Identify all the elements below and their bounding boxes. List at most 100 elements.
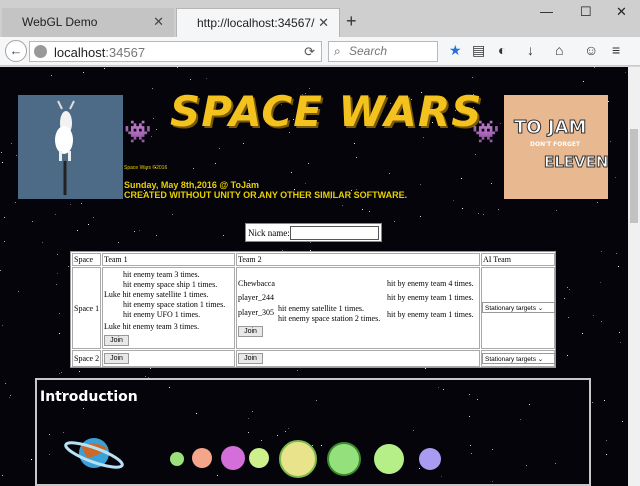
star bbox=[81, 203, 82, 204]
join-team-1-button[interactable]: Join bbox=[104, 353, 129, 364]
planet-icon bbox=[221, 446, 245, 470]
web-page: 👾 SPACE WARS Space Wars ©2016 Sunday, Ma… bbox=[0, 67, 628, 486]
nickname-label: Nick name: bbox=[248, 228, 290, 238]
ringed-planet-icon bbox=[64, 438, 124, 469]
close-tab-icon[interactable]: ✕ bbox=[153, 14, 164, 30]
nickname-form: Nick name: bbox=[245, 223, 382, 242]
star bbox=[59, 373, 60, 374]
star bbox=[215, 163, 216, 164]
team-2-cell: Chewbacca player_244 player_305 hit enem… bbox=[236, 267, 480, 349]
star bbox=[601, 321, 602, 322]
reload-icon[interactable]: ⟳ bbox=[304, 44, 315, 60]
header-cell: Team 1 bbox=[102, 253, 235, 266]
star bbox=[618, 266, 619, 267]
scrollbar-thumb[interactable] bbox=[630, 129, 638, 223]
space-invader-icon: 👾 bbox=[472, 119, 500, 144]
pocket-icon[interactable]: ◐ bbox=[498, 42, 506, 58]
ai-target-select[interactable]: Stationary targets ⌄ bbox=[482, 353, 555, 364]
smiley-icon[interactable]: ☺ bbox=[584, 42, 598, 58]
star bbox=[68, 266, 69, 267]
star bbox=[134, 231, 135, 232]
new-tab-icon[interactable]: + bbox=[346, 11, 357, 32]
planet-icon bbox=[249, 448, 269, 468]
star bbox=[156, 235, 157, 236]
star bbox=[177, 67, 178, 68]
space-1-cell: Space 1 bbox=[72, 267, 101, 349]
star bbox=[77, 230, 78, 231]
home-icon[interactable]: ⌂ bbox=[555, 42, 563, 58]
star bbox=[223, 235, 224, 236]
maximize-icon[interactable]: ☐ bbox=[580, 4, 592, 20]
join-team-1-button[interactable]: Join bbox=[104, 335, 129, 346]
star bbox=[219, 148, 220, 149]
star bbox=[500, 123, 501, 124]
star bbox=[310, 242, 311, 243]
search-input[interactable] bbox=[349, 44, 435, 58]
star bbox=[597, 202, 598, 203]
search-bar[interactable]: ⌕ bbox=[328, 41, 438, 62]
close-tab-icon[interactable]: ✕ bbox=[318, 15, 329, 31]
page-scrollbar[interactable] bbox=[628, 67, 640, 486]
nickname-input[interactable] bbox=[290, 226, 379, 240]
star bbox=[2, 325, 3, 326]
tab-localhost[interactable]: http://localhost:34567/ ✕ bbox=[176, 8, 340, 37]
ai-team-cell: Stationary targets ⌄ bbox=[481, 267, 555, 349]
event-line: hit enemy space station 1 times. bbox=[123, 300, 226, 309]
star bbox=[582, 333, 583, 334]
star bbox=[16, 155, 17, 156]
minimize-icon[interactable]: — bbox=[540, 4, 553, 19]
star bbox=[4, 241, 5, 242]
star bbox=[498, 209, 499, 210]
star bbox=[57, 273, 58, 274]
downloads-icon[interactable]: ↓ bbox=[527, 42, 534, 58]
star bbox=[394, 221, 395, 222]
star bbox=[625, 72, 626, 73]
star bbox=[118, 242, 119, 243]
join-team-2-button[interactable]: Join bbox=[238, 353, 263, 364]
star bbox=[606, 454, 607, 455]
planet-icon bbox=[170, 452, 184, 466]
created-line: CREATED WITHOUT UNITY OR ANY OTHER SIMIL… bbox=[124, 190, 408, 200]
site-info-icon[interactable] bbox=[34, 45, 47, 58]
star bbox=[32, 221, 33, 222]
introduction-panel: Introduction bbox=[35, 378, 591, 486]
url-bar[interactable]: localhost:34567 ⟳ bbox=[29, 41, 322, 62]
event-line: hit by enemy team 4 times. bbox=[387, 279, 474, 288]
date-line: Sunday, May 8th,2016 @ ToJam bbox=[124, 180, 259, 190]
navigation-bar: ← localhost:34567 ⟳ ⌕ ★ ▤ ◐ ↓ ⌂ ☺ ≡ bbox=[0, 37, 640, 66]
star bbox=[619, 332, 620, 333]
join-team-2-button[interactable]: Join bbox=[238, 326, 263, 337]
star bbox=[616, 253, 617, 254]
star bbox=[622, 421, 623, 422]
star bbox=[59, 313, 60, 314]
event-line: hit by enemy team 1 times. bbox=[387, 310, 474, 319]
ai-target-select[interactable]: Stationary targets ⌄ bbox=[482, 302, 555, 313]
star bbox=[569, 289, 570, 290]
logo-line: DON'T FORGET bbox=[530, 141, 581, 148]
star bbox=[362, 209, 363, 210]
star bbox=[42, 242, 43, 243]
menu-icon[interactable]: ≡ bbox=[612, 42, 620, 58]
star bbox=[11, 143, 12, 144]
game-table: Space Team 1 Team 2 AI Team Space 1 hit … bbox=[70, 251, 556, 368]
bookmark-star-icon[interactable]: ★ bbox=[449, 42, 462, 59]
back-icon[interactable]: ← bbox=[5, 40, 27, 62]
star bbox=[70, 204, 71, 205]
close-window-icon[interactable]: ✕ bbox=[616, 4, 627, 20]
star bbox=[594, 67, 595, 68]
tab-label: http://localhost:34567/ bbox=[197, 16, 315, 30]
tab-webgl-demo[interactable]: WebGL Demo ✕ bbox=[2, 8, 174, 37]
star bbox=[5, 383, 6, 384]
star bbox=[461, 178, 462, 179]
star bbox=[1, 152, 2, 153]
url-text[interactable]: localhost:34567 bbox=[54, 45, 145, 60]
planet-icon bbox=[327, 442, 361, 476]
player-name: player_305 bbox=[238, 308, 274, 317]
team-1-cell: hit enemy team 3 times. hit enemy space … bbox=[102, 267, 235, 349]
star bbox=[243, 143, 244, 144]
star bbox=[9, 397, 10, 398]
star bbox=[150, 368, 151, 369]
reading-list-icon[interactable]: ▤ bbox=[472, 42, 485, 59]
header-cell: AI Team bbox=[481, 253, 555, 266]
planet-icon bbox=[279, 440, 317, 478]
